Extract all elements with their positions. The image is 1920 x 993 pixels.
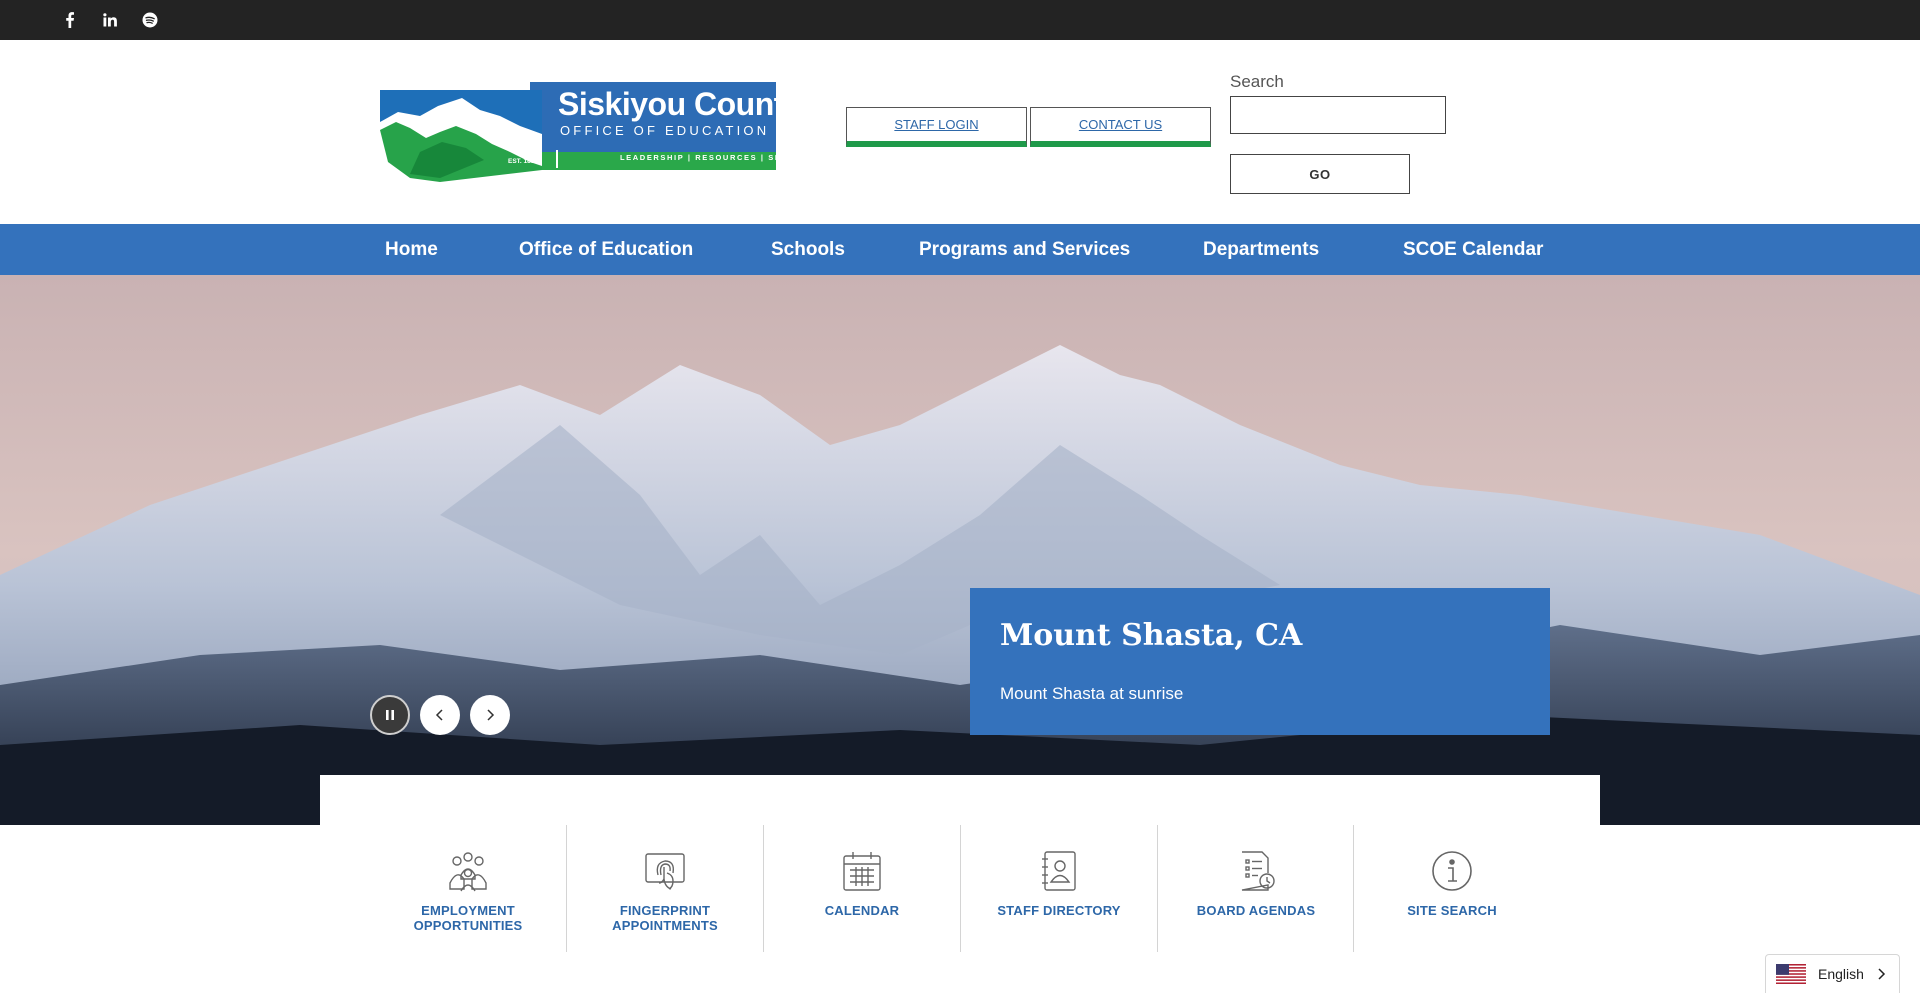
logo-established: EST. 1857 (508, 158, 538, 165)
quick-links-panel-top (320, 775, 1600, 825)
logo-tagline: LEADERSHIP | RESOURCES | SERVICES (620, 153, 819, 162)
quick-link-site-search[interactable]: SITE SEARCH (1354, 825, 1550, 952)
nav-item-programs-and-services[interactable]: Programs and Services (919, 224, 1130, 275)
search-go-button[interactable]: GO (1230, 154, 1410, 194)
facebook-icon[interactable] (60, 10, 80, 30)
logo-subtitle: OFFICE OF EDUCATION (560, 123, 770, 138)
chevron-right-icon (1878, 968, 1886, 980)
previous-slide-button[interactable] (420, 695, 460, 735)
chevron-left-icon (435, 709, 443, 721)
nav-item-departments[interactable]: Departments (1203, 224, 1319, 275)
language-selector[interactable]: English (1765, 954, 1900, 993)
quick-link-calendar[interactable]: CALENDAR (764, 825, 960, 952)
pause-icon (386, 710, 394, 720)
chevron-right-icon (487, 709, 495, 721)
pause-button[interactable] (370, 695, 410, 735)
quick-link-label: EMPLOYMENT OPPORTUNITIES (413, 903, 523, 933)
site-logo[interactable]: Siskiyou County OFFICE OF EDUCATION LEAD… (380, 82, 817, 182)
quick-links: EMPLOYMENT OPPORTUNITIES FINGERPRINT APP… (0, 825, 1920, 993)
nav-item-home[interactable]: Home (385, 224, 438, 275)
calendar-icon (840, 849, 884, 893)
site-header: Siskiyou County OFFICE OF EDUCATION LEAD… (0, 40, 1920, 224)
linkedin-icon[interactable] (100, 10, 120, 30)
slide-caption-title: Mount Shasta, CA (1000, 618, 1303, 653)
slide-caption: Mount Shasta, CA Mount Shasta at sunrise (970, 588, 1550, 735)
quick-link-fingerprint[interactable]: FINGERPRINT APPOINTMENTS (567, 825, 763, 952)
quick-link-employment[interactable]: EMPLOYMENT OPPORTUNITIES (370, 825, 566, 952)
contact-book-icon (1037, 849, 1081, 893)
slide-caption-text: Mount Shasta at sunrise (1000, 684, 1184, 703)
mount-shasta-photo (0, 275, 1920, 825)
quick-link-label: FINGERPRINT APPOINTMENTS (612, 903, 718, 933)
staff-login-button[interactable]: STAFF LOGIN (846, 107, 1027, 147)
us-flag-icon (1776, 964, 1806, 984)
fingerprint-icon (643, 849, 687, 893)
logo-title: Siskiyou County (558, 86, 802, 122)
spotify-icon[interactable] (140, 10, 160, 30)
social-bar (0, 0, 1920, 40)
quick-link-staff-directory[interactable]: STAFF DIRECTORY (961, 825, 1157, 952)
contact-us-button[interactable]: CONTACT US (1030, 107, 1211, 147)
hero-slideshow: Mount Shasta, CA Mount Shasta at sunrise (0, 275, 1920, 825)
info-icon (1430, 849, 1474, 893)
language-label: English (1818, 966, 1864, 982)
search-label: Search (1230, 72, 1284, 91)
quick-link-label: STAFF DIRECTORY (997, 903, 1121, 918)
quick-link-label: BOARD AGENDAS (1196, 903, 1316, 918)
quick-link-label: CALENDAR (824, 903, 900, 918)
quick-link-label: SITE SEARCH (1407, 903, 1497, 918)
people-icon (446, 849, 490, 893)
agenda-icon (1234, 849, 1278, 893)
search-input[interactable] (1230, 96, 1446, 134)
quick-link-board-agendas[interactable]: BOARD AGENDAS (1158, 825, 1354, 952)
main-nav: Home Office of Education Schools Program… (0, 224, 1920, 275)
nav-item-schools[interactable]: Schools (771, 224, 845, 275)
nav-item-office-of-education[interactable]: Office of Education (519, 224, 693, 275)
next-slide-button[interactable] (470, 695, 510, 735)
nav-item-scoe-calendar[interactable]: SCOE Calendar (1403, 224, 1543, 275)
